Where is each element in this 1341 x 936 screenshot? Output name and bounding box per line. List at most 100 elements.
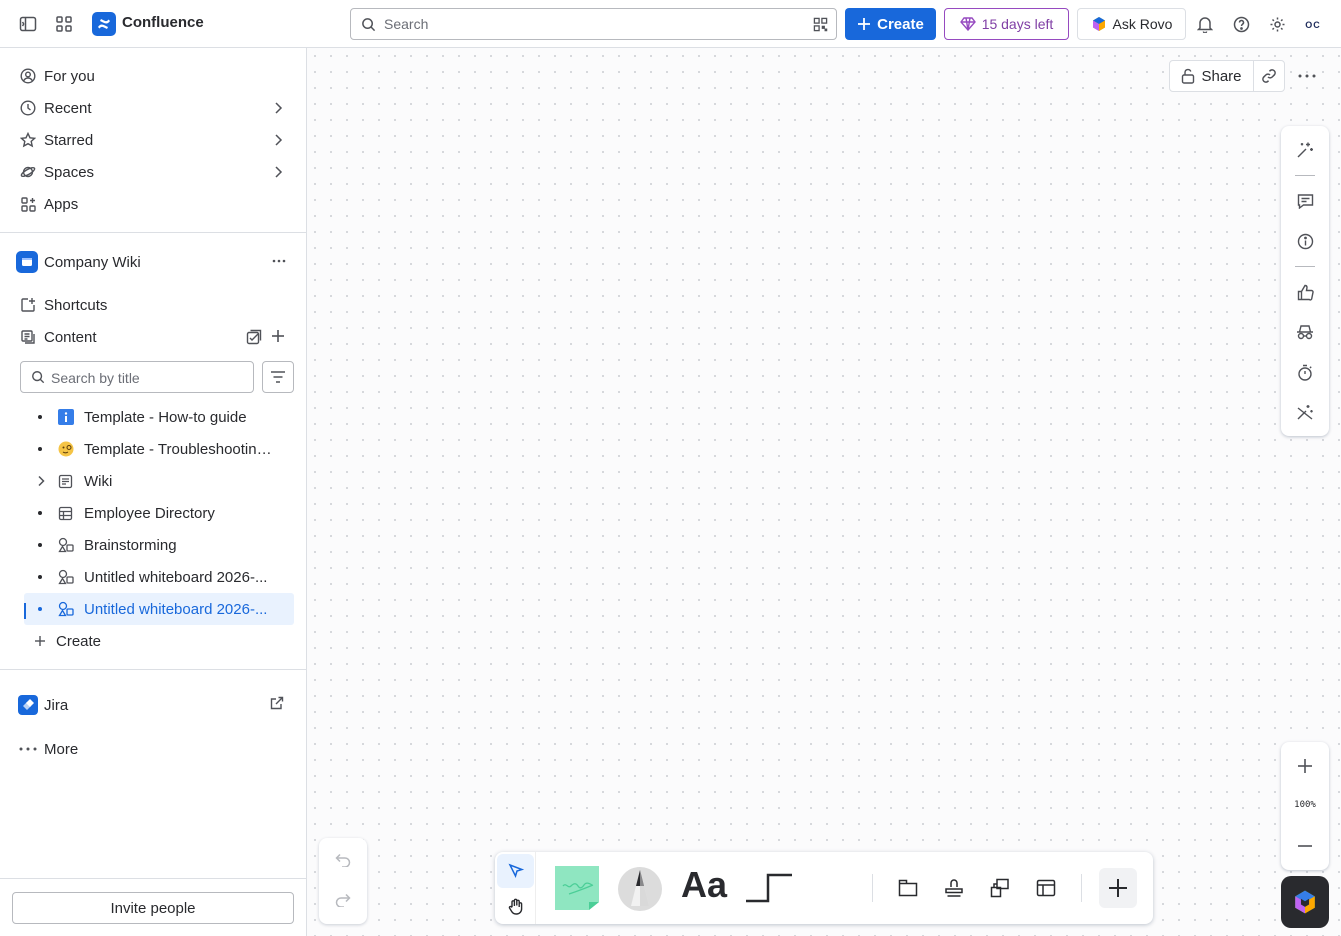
whiteboard-icon <box>58 569 84 585</box>
search-icon <box>32 371 45 384</box>
tree-bullet <box>38 607 42 611</box>
sidebar-item-recent[interactable]: Recent <box>12 92 294 124</box>
add-content-plus-icon[interactable] <box>271 329 285 343</box>
app-switcher-icon[interactable] <box>52 12 76 36</box>
sidebar-divider <box>0 232 306 233</box>
copy-link-button[interactable] <box>1253 60 1285 92</box>
timer-icon[interactable] <box>1293 360 1317 384</box>
sidebar-item-label: Shortcuts <box>44 296 108 314</box>
text-tool-icon[interactable]: Aa <box>681 864 727 906</box>
selected-indicator <box>24 603 26 619</box>
tree-item-brainstorming[interactable]: Brainstorming <box>24 529 294 561</box>
sticky-note-icon[interactable] <box>553 864 607 912</box>
filter-button[interactable] <box>262 361 294 393</box>
sidebar-item-spaces[interactable]: Spaces <box>12 156 294 188</box>
right-tool-rail <box>1281 126 1329 436</box>
more-tools-plus-button[interactable] <box>1099 868 1137 908</box>
sidebar-toggle-icon[interactable] <box>16 12 40 36</box>
incognito-icon[interactable] <box>1293 320 1317 344</box>
create-button[interactable]: Create <box>845 8 936 40</box>
thumbs-up-icon[interactable] <box>1293 280 1317 304</box>
chevron-right-icon[interactable] <box>272 101 284 115</box>
pen-tool-icon[interactable] <box>617 866 663 912</box>
space-avatar-icon <box>16 251 38 273</box>
sidebar-item-label: Jira <box>44 696 69 714</box>
sidebar-item-content[interactable]: Content <box>12 321 294 353</box>
tree-item-troubleshooting[interactable]: Template - Troubleshooting article <box>24 433 294 465</box>
tree-item-employee-directory[interactable]: Employee Directory <box>24 497 294 529</box>
ask-rovo-button[interactable]: Ask Rovo <box>1077 8 1186 40</box>
sidebar-item-starred[interactable]: Starred <box>12 124 294 156</box>
tree-create-button[interactable]: Create <box>24 625 294 657</box>
info-circle-icon[interactable] <box>1293 229 1317 253</box>
section-frame-icon[interactable] <box>896 876 920 900</box>
sidebar-item-for-you[interactable]: For you <box>12 60 294 92</box>
external-link-icon[interactable] <box>270 696 284 710</box>
magic-wand-off-icon[interactable] <box>1293 400 1317 424</box>
tree-item-untitled-whiteboard-selected[interactable]: Untitled whiteboard 2026-... <box>24 593 294 625</box>
notifications-bell-icon[interactable] <box>1193 12 1217 36</box>
connector-line-icon[interactable] <box>745 872 793 904</box>
ask-rovo-label: Ask Rovo <box>1112 16 1173 32</box>
chevron-right-icon[interactable] <box>24 475 58 487</box>
tree-item-wiki[interactable]: Wiki <box>24 465 294 497</box>
whiteboard-icon <box>58 601 84 617</box>
search-input[interactable]: Search <box>350 8 837 40</box>
diamond-icon <box>959 17 976 31</box>
rovo-logo-icon <box>1295 890 1315 914</box>
user-circle-icon <box>12 68 44 84</box>
zoom-level[interactable]: 100% <box>1281 800 1329 810</box>
sidebar-item-shortcuts[interactable]: Shortcuts <box>12 289 294 321</box>
shortcut-icon <box>12 297 44 313</box>
share-button[interactable]: Share <box>1169 60 1254 92</box>
user-avatar[interactable]: OC <box>1300 12 1326 38</box>
search-placeholder: Search <box>384 16 429 32</box>
invite-people-button[interactable]: Invite people <box>12 892 294 924</box>
chevron-right-icon[interactable] <box>272 165 284 179</box>
jira-logo-icon <box>12 695 44 715</box>
sidebar-item-more[interactable]: More <box>12 733 294 765</box>
select-pointer-icon[interactable] <box>497 854 534 888</box>
chevron-right-icon[interactable] <box>272 133 284 147</box>
undo-redo-panel <box>319 838 367 924</box>
hand-pan-icon[interactable] <box>497 890 534 922</box>
search-by-title-input[interactable]: Search by title <box>20 361 254 393</box>
whiteboard-toolbar: Aa <box>495 852 1153 924</box>
zoom-in-plus-icon[interactable] <box>1293 754 1317 778</box>
template-icon[interactable] <box>1034 876 1058 900</box>
sidebar-item-jira[interactable]: Jira <box>12 689 294 721</box>
clock-icon <box>12 100 44 116</box>
create-button-label: Create <box>877 15 924 33</box>
space-header-company-wiki[interactable]: Company Wiki <box>12 248 294 276</box>
tree-item-label: Template - Troubleshooting article <box>84 440 276 458</box>
tree-item-untitled-whiteboard[interactable]: Untitled whiteboard 2026-... <box>24 561 294 593</box>
stamp-icon[interactable] <box>942 876 966 900</box>
space-name: Company Wiki <box>44 253 141 271</box>
settings-gear-icon[interactable] <box>1265 12 1289 36</box>
help-icon[interactable] <box>1229 12 1253 36</box>
zoom-out-minus-icon[interactable] <box>1293 834 1317 858</box>
search-icon <box>362 18 376 32</box>
plus-icon <box>858 18 871 30</box>
trial-days-label: 15 days left <box>981 16 1054 32</box>
qr-scan-icon[interactable] <box>813 17 828 32</box>
tree-item-label: Employee Directory <box>84 504 215 522</box>
more-actions-icon[interactable] <box>1293 62 1321 90</box>
trial-days-button[interactable]: 15 days left <box>944 8 1069 40</box>
confluence-logo-icon[interactable] <box>92 12 116 36</box>
redo-icon[interactable] <box>331 888 355 912</box>
app-name[interactable]: Confluence <box>122 14 204 31</box>
space-more-options-icon[interactable] <box>272 254 286 268</box>
tree-item-label: Wiki <box>84 472 113 490</box>
undo-icon[interactable] <box>331 848 355 872</box>
content-filter-checkbox-icon[interactable] <box>246 329 262 345</box>
sidebar-item-apps[interactable]: Apps <box>12 188 294 220</box>
zoom-controls: 100% <box>1281 742 1329 870</box>
comment-icon[interactable] <box>1293 189 1317 213</box>
whiteboard-canvas[interactable] <box>307 48 1341 936</box>
rovo-assistant-button[interactable] <box>1281 876 1329 928</box>
sidebar-divider <box>0 878 306 879</box>
tree-item-how-to-guide[interactable]: Template - How-to guide <box>24 401 294 433</box>
shapes-icon[interactable] <box>988 876 1012 900</box>
ai-sparkle-icon[interactable] <box>1293 138 1317 162</box>
